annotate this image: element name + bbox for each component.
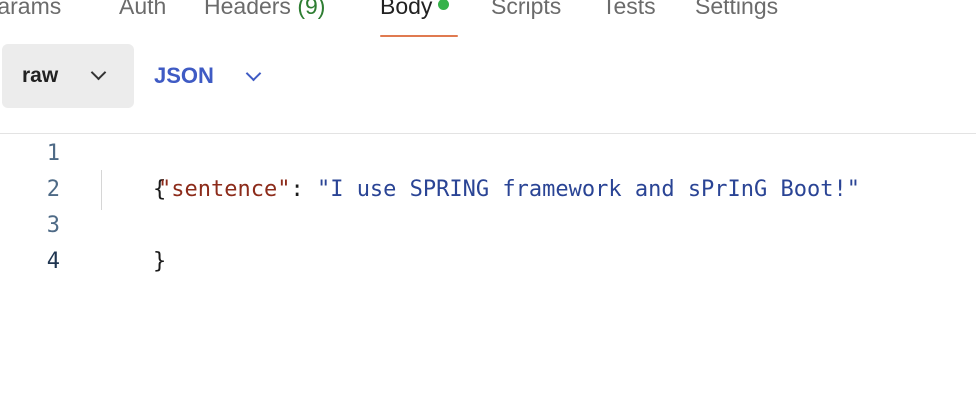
body-toolbar: raw JSON (0, 44, 976, 110)
tab-headers[interactable]: Headers (9) (204, 0, 325, 24)
body-type-label: raw (22, 64, 59, 87)
code-line: "sentence": "I use SPRING framework and … (158, 172, 860, 208)
json-close-brace: } (152, 249, 167, 274)
tab-tests[interactable]: Tests (602, 0, 656, 24)
json-colon: : (290, 177, 317, 202)
json-string-value: "I use SPRING framework and sPrInG Boot!… (316, 177, 861, 202)
code-line: } (100, 208, 166, 274)
json-key: "sentence" (158, 177, 291, 202)
body-type-select[interactable]: raw (2, 44, 134, 108)
tab-auth[interactable]: Auth (119, 0, 166, 24)
tab-label: Auth (119, 0, 167, 19)
tab-params[interactable]: Params (0, 0, 61, 24)
toolbar-divider (0, 133, 976, 134)
tab-settings[interactable]: Settings (695, 0, 778, 24)
tab-label: Body (380, 0, 433, 19)
tab-label: Scripts (491, 0, 562, 19)
tab-label: Tests (602, 0, 656, 19)
line-number: 2 (46, 177, 60, 202)
tab-label: Headers (204, 0, 291, 19)
line-number: 3 (46, 213, 60, 238)
format-select[interactable]: JSON (152, 44, 272, 108)
tab-label: Params (0, 0, 62, 19)
tab-label: Settings (695, 0, 779, 19)
active-tab-indicator (380, 35, 458, 37)
request-tabs: Params Auth Headers (9) Body Scripts Tes… (0, 0, 976, 38)
chevron-down-icon (245, 65, 262, 82)
format-label: JSON (154, 63, 214, 88)
tab-scripts[interactable]: Scripts (491, 0, 561, 24)
tab-body[interactable]: Body (380, 0, 450, 24)
body-status-dot-icon (438, 0, 450, 10)
code-line: { (100, 136, 166, 202)
chevron-down-icon (90, 64, 107, 81)
line-number: 4 (46, 249, 60, 274)
line-number: 1 (46, 141, 60, 166)
headers-count-badge: (9) (297, 0, 326, 19)
code-editor[interactable]: 1 2 3 4 { "sentence": "I use SPRING fram… (0, 136, 976, 410)
